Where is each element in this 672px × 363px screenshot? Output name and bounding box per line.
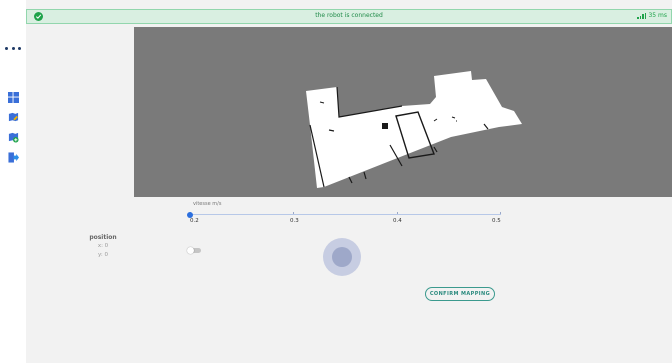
position-title: position [89,234,117,241]
slider-tick-label: 0.5 [492,218,501,224]
map-add-icon[interactable] [8,132,19,143]
position-x: x: 0 [97,243,109,249]
slider-tick [500,212,501,214]
joystick-knob[interactable] [332,247,352,267]
more-horizontal-icon[interactable] [5,45,21,51]
speed-slider-label: vitesse m/s [193,201,222,207]
slider-tick-label: 0.4 [393,218,402,224]
connection-status-text: the robot is connected [315,12,383,19]
map-edit-icon[interactable] [8,112,19,123]
latency-indicator: 35 ms [637,12,667,19]
connection-banner: the robot is connected 35 ms [26,9,672,24]
position-y: y: 0 [98,252,108,258]
mode-toggle[interactable] [187,247,201,254]
slider-tick [397,212,398,214]
slider-tick [293,212,294,214]
slider-tick-label: 0.3 [290,218,299,224]
speed-slider-thumb[interactable] [187,211,193,218]
occupancy-grid-map [306,71,522,188]
slider-tick-label: 0.2 [190,218,199,224]
dashboard-icon[interactable] [8,92,19,103]
sidebar [0,0,26,363]
signal-bars-icon [637,13,647,19]
map-canvas[interactable] [134,27,672,197]
joystick-pad[interactable] [323,238,361,276]
confirm-mapping-button[interactable]: CONFIRM MAPPING [425,287,495,301]
latency-value: 35 ms [648,12,667,19]
speed-slider-track[interactable] [190,214,501,215]
logout-icon[interactable] [8,152,19,163]
